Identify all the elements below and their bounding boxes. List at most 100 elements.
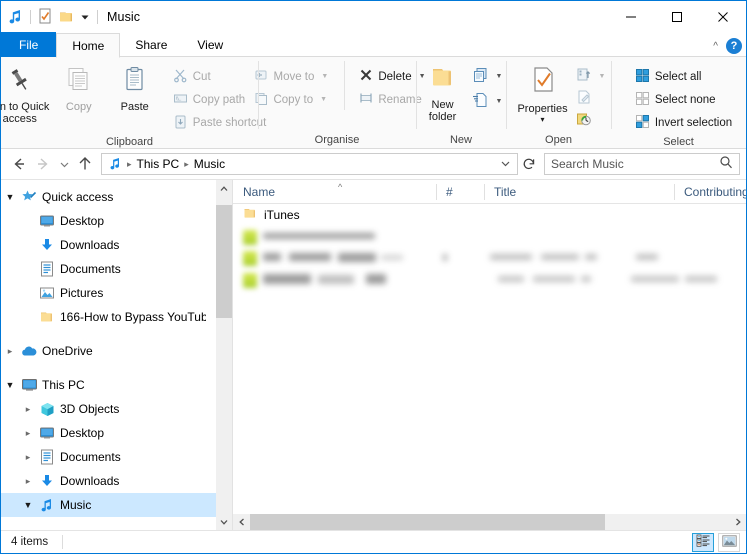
table-row[interactable] bbox=[233, 270, 746, 292]
column-header-name[interactable]: Name ^ bbox=[233, 180, 436, 204]
edit-button[interactable] bbox=[572, 88, 610, 109]
sidebar-item-downloads-quick[interactable]: ▸ Downloads bbox=[1, 233, 232, 257]
customize-qat-caret[interactable] bbox=[80, 12, 90, 22]
hscroll-thumb[interactable] bbox=[250, 514, 605, 530]
hscroll-right-button[interactable] bbox=[729, 514, 746, 530]
copy-to-button[interactable]: Copy to ▼ bbox=[250, 89, 332, 110]
title-separator-1 bbox=[30, 10, 31, 24]
details-view-button[interactable] bbox=[692, 533, 714, 552]
help-icon[interactable]: ? bbox=[726, 38, 742, 54]
column-header-contributing-artists[interactable]: Contributing a bbox=[674, 180, 746, 204]
chevron-down-icon[interactable]: ▼ bbox=[496, 73, 503, 80]
chevron-down-icon[interactable]: ▼ bbox=[320, 96, 327, 103]
file-list-hscrollbar[interactable] bbox=[233, 514, 746, 530]
select-all-button[interactable]: Select all bbox=[631, 66, 736, 87]
sidebar-label: 166-How to Bypass YouTube C bbox=[60, 310, 206, 324]
sidebar-item-desktop-quick[interactable]: ▸ Desktop bbox=[1, 209, 232, 233]
refresh-button[interactable] bbox=[518, 153, 540, 175]
ribbon-group-new: New folder bbox=[416, 57, 506, 149]
blurred-title bbox=[585, 254, 597, 260]
new-folder-icon[interactable] bbox=[59, 10, 75, 24]
window-title: Music bbox=[107, 10, 140, 24]
new-group-label: New bbox=[416, 131, 506, 149]
chevron-up-icon[interactable]: ^ bbox=[713, 41, 718, 52]
sidebar-item-documents-quick[interactable]: ▸ Documents bbox=[1, 257, 232, 281]
table-row[interactable] bbox=[233, 248, 746, 270]
tab-share[interactable]: Share bbox=[120, 32, 182, 57]
chevron-right-icon[interactable]: ▸ bbox=[19, 404, 37, 415]
search-icon[interactable] bbox=[719, 155, 733, 174]
chevron-down-icon[interactable]: ▼ bbox=[19, 500, 37, 510]
pin-to-quick-access-button[interactable]: Pin to Quick access bbox=[0, 61, 51, 125]
properties-icon[interactable] bbox=[38, 8, 53, 25]
search-input[interactable]: Search Music bbox=[551, 157, 719, 171]
status-bar: 4 items bbox=[1, 530, 746, 553]
new-folder-button[interactable]: New folder bbox=[420, 61, 466, 123]
table-row[interactable] bbox=[233, 226, 746, 248]
open-with-button[interactable]: ▼ bbox=[572, 66, 610, 87]
scroll-up-button[interactable] bbox=[216, 180, 232, 197]
chevron-right-icon[interactable]: ▸ bbox=[1, 346, 19, 357]
chevron-right-icon[interactable]: ▸ bbox=[19, 452, 37, 463]
hscroll-track[interactable] bbox=[250, 514, 729, 530]
sidebar-item-this-pc[interactable]: ▼ This PC bbox=[1, 373, 232, 397]
properties-doc-icon bbox=[527, 65, 559, 100]
copy-button[interactable]: Copy bbox=[51, 61, 107, 113]
sidebar-item-onedrive[interactable]: ▸ OneDrive bbox=[1, 339, 232, 363]
breadcrumb-music[interactable]: Music bbox=[190, 157, 229, 171]
up-button[interactable] bbox=[73, 152, 97, 176]
chevron-down-icon[interactable]: ▼ bbox=[599, 73, 606, 80]
table-row[interactable]: iTunes bbox=[233, 204, 746, 226]
sidebar-item-3d-objects[interactable]: ▸ 3D Objects bbox=[1, 397, 232, 421]
sidebar-item-youtube-folder[interactable]: ▸ 166-How to Bypass YouTube C bbox=[1, 305, 232, 329]
chevron-right-icon[interactable]: ▸ bbox=[19, 428, 37, 439]
chevron-down-icon[interactable]: ▼ bbox=[1, 380, 19, 390]
sidebar-item-desktop-pc[interactable]: ▸ Desktop bbox=[1, 421, 232, 445]
breadcrumb-this-pc[interactable]: This PC bbox=[133, 157, 184, 171]
hscroll-left-button[interactable] bbox=[233, 514, 250, 530]
tab-view[interactable]: View bbox=[182, 32, 238, 57]
copy-label: Copy bbox=[66, 101, 92, 113]
move-to-button[interactable]: Move to ▼ bbox=[250, 66, 332, 87]
tab-file[interactable]: File bbox=[1, 32, 56, 57]
scroll-down-button[interactable] bbox=[216, 513, 232, 530]
search-box[interactable]: Search Music bbox=[544, 153, 740, 175]
chevron-down-icon[interactable]: ▼ bbox=[496, 98, 503, 105]
large-icons-view-button[interactable] bbox=[718, 533, 740, 552]
properties-button[interactable]: Properties ▾ bbox=[514, 61, 572, 126]
new-item-button[interactable]: ▼ bbox=[468, 66, 507, 87]
forward-button[interactable] bbox=[31, 152, 55, 176]
easy-access-button[interactable]: ▼ bbox=[468, 91, 507, 112]
sidebar-item-music[interactable]: ▼ Music bbox=[1, 493, 232, 517]
sidebar-scrollbar[interactable] bbox=[216, 180, 232, 530]
sidebar-item-pictures-quick[interactable]: ▸ Pictures bbox=[1, 281, 232, 305]
sidebar-item-downloads-pc[interactable]: ▸ Downloads bbox=[1, 469, 232, 493]
scroll-thumb[interactable] bbox=[216, 205, 232, 318]
delete-x-icon bbox=[359, 68, 373, 85]
close-button[interactable] bbox=[700, 1, 746, 32]
tab-home[interactable]: Home bbox=[56, 33, 120, 58]
sidebar-label: Quick access bbox=[42, 190, 113, 204]
column-header-number[interactable]: # bbox=[436, 180, 484, 204]
properties-caret[interactable]: ▾ bbox=[541, 114, 545, 126]
sidebar-item-documents-pc[interactable]: ▸ Documents bbox=[1, 445, 232, 469]
chevron-right-icon[interactable]: ▸ bbox=[19, 476, 37, 487]
history-button[interactable] bbox=[572, 110, 610, 131]
scroll-track[interactable] bbox=[216, 197, 232, 513]
back-button[interactable] bbox=[7, 152, 31, 176]
breadcrumb-bar[interactable]: ▸ This PC ▸ Music bbox=[101, 153, 518, 175]
address-dropdown-icon[interactable] bbox=[497, 158, 513, 171]
chevron-down-icon[interactable]: ▼ bbox=[321, 73, 328, 80]
file-name-cell[interactable]: iTunes bbox=[233, 207, 300, 223]
recent-locations-button[interactable] bbox=[55, 152, 73, 176]
chevron-down-icon[interactable]: ▼ bbox=[1, 192, 19, 202]
minimize-button[interactable] bbox=[608, 1, 654, 32]
select-none-button[interactable]: Select none bbox=[631, 89, 736, 110]
column-headers: Name ^ # Title Contributing a bbox=[233, 180, 746, 204]
sidebar-item-quick-access[interactable]: ▼ Quick access bbox=[1, 185, 232, 209]
onedrive-cloud-icon bbox=[19, 345, 39, 358]
invert-selection-button[interactable]: Invert selection bbox=[631, 112, 736, 133]
paste-button[interactable]: Paste bbox=[107, 61, 163, 113]
maximize-button[interactable] bbox=[654, 1, 700, 32]
column-header-title[interactable]: Title bbox=[484, 180, 674, 204]
